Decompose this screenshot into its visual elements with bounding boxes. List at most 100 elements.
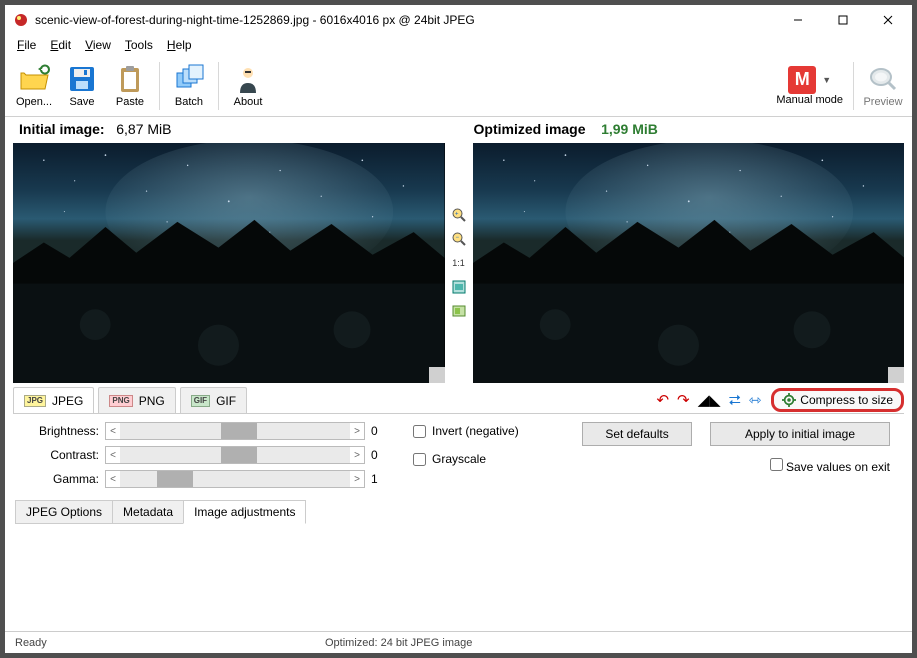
tab-gif-label: GIF xyxy=(216,394,236,408)
menu-file[interactable]: File xyxy=(11,38,42,52)
about-label: About xyxy=(234,96,263,108)
initial-image-preview xyxy=(13,143,445,383)
gamma-slider[interactable]: < > xyxy=(105,470,365,488)
close-button[interactable] xyxy=(865,6,910,34)
resize-grip[interactable] xyxy=(888,367,904,383)
bottom-tabs: JPEG Options Metadata Image adjustments xyxy=(5,492,912,524)
tab-png-label: PNG xyxy=(139,394,165,408)
brightness-value: 0 xyxy=(371,424,385,438)
slider-left-arrow[interactable]: < xyxy=(106,426,120,437)
set-defaults-button[interactable]: Set defaults xyxy=(582,422,692,446)
preview-button[interactable]: Preview xyxy=(860,57,906,115)
mode-icon: M xyxy=(788,66,816,94)
menu-help[interactable]: Help xyxy=(161,38,198,52)
flip-horizontal-icon[interactable]: ◢◣ xyxy=(698,391,721,409)
status-ready: Ready xyxy=(15,637,325,649)
contrast-label: Contrast: xyxy=(27,448,99,462)
brightness-label: Brightness: xyxy=(27,424,99,438)
format-tab-row: JPG JPEG PNG PNG GIF GIF ↶ ↷ ◢◣ ⮂ ⇿ Comp… xyxy=(5,383,912,413)
toolbar-separator xyxy=(218,62,219,110)
jpeg-badge-icon: JPG xyxy=(24,395,46,407)
contrast-slider[interactable]: < > xyxy=(105,446,365,464)
optimized-image-label: Optimized image xyxy=(474,121,586,137)
invert-input[interactable] xyxy=(413,425,426,438)
app-icon xyxy=(13,12,29,28)
batch-label: Batch xyxy=(175,96,203,108)
fit-window-icon[interactable] xyxy=(451,279,467,295)
slider-left-arrow[interactable]: < xyxy=(106,450,120,461)
menu-edit[interactable]: Edit xyxy=(44,38,77,52)
tab-png[interactable]: PNG PNG xyxy=(98,387,175,413)
minimize-button[interactable] xyxy=(775,6,820,34)
resize-grip[interactable] xyxy=(429,367,445,383)
slider-right-arrow[interactable]: > xyxy=(350,474,364,485)
tab-image-adjustments[interactable]: Image adjustments xyxy=(183,500,306,524)
initial-pane[interactable] xyxy=(13,143,445,383)
redo-icon[interactable]: ↷ xyxy=(677,391,690,409)
preview-panes: + − 1:1 xyxy=(5,143,912,383)
tab-jpeg[interactable]: JPG JPEG xyxy=(13,387,94,413)
menu-tools[interactable]: Tools xyxy=(119,38,159,52)
paste-button[interactable]: Paste xyxy=(107,57,153,115)
batch-button[interactable]: Batch xyxy=(166,57,212,115)
app-window: scenic-view-of-forest-during-night-time-… xyxy=(0,0,917,658)
undo-icon[interactable]: ↶ xyxy=(656,391,669,409)
grayscale-checkbox[interactable]: Grayscale xyxy=(413,452,519,466)
action-icons: ↶ ↷ ◢◣ ⮂ ⇿ xyxy=(656,391,767,409)
invert-label: Invert (negative) xyxy=(432,424,519,438)
about-button[interactable]: About xyxy=(225,57,271,115)
grayscale-label: Grayscale xyxy=(432,452,486,466)
save-on-exit-input[interactable] xyxy=(770,458,783,471)
actual-size-icon[interactable] xyxy=(451,303,467,319)
save-on-exit-label: Save values on exit xyxy=(786,460,890,474)
batch-icon xyxy=(173,63,205,95)
dropdown-caret-icon: ▼ xyxy=(822,75,831,85)
apply-initial-button[interactable]: Apply to initial image xyxy=(710,422,890,446)
menubar: File Edit View Tools Help xyxy=(5,35,912,55)
optimized-pane[interactable] xyxy=(473,143,905,383)
compress-label: Compress to size xyxy=(800,393,893,407)
magnifier-icon xyxy=(867,63,899,95)
open-label: Open... xyxy=(16,96,52,108)
compress-to-size-button[interactable]: Compress to size xyxy=(771,388,904,412)
open-button[interactable]: Open... xyxy=(11,57,57,115)
gamma-value: 1 xyxy=(371,472,385,486)
tab-gif[interactable]: GIF GIF xyxy=(180,387,247,413)
tab-metadata[interactable]: Metadata xyxy=(112,500,184,524)
initial-image-size: 6,87 MiB xyxy=(116,121,171,137)
mode-label: Manual mode xyxy=(776,94,843,106)
toolbar: Open... Save Paste Batch About M ▼ Manua… xyxy=(5,55,912,117)
resize-icon[interactable]: ⇿ xyxy=(749,391,762,409)
zoom-out-icon[interactable]: − xyxy=(451,231,467,247)
grayscale-input[interactable] xyxy=(413,453,426,466)
flip-vertical-icon[interactable]: ⮂ xyxy=(729,392,741,409)
tab-jpeg-options[interactable]: JPEG Options xyxy=(15,500,113,524)
slider-right-arrow[interactable]: > xyxy=(350,450,364,461)
gif-badge-icon: GIF xyxy=(191,395,210,407)
save-label: Save xyxy=(69,96,94,108)
adjust-panel: Brightness: < > 0 Contrast: < > 0 Gamma: xyxy=(13,413,904,492)
save-button[interactable]: Save xyxy=(59,57,105,115)
maximize-button[interactable] xyxy=(820,6,865,34)
gear-icon xyxy=(782,393,796,407)
zoom-ratio-label[interactable]: 1:1 xyxy=(451,255,467,271)
svg-text:+: + xyxy=(455,212,459,218)
brightness-slider[interactable]: < > xyxy=(105,422,365,440)
window-controls xyxy=(775,6,910,34)
paste-label: Paste xyxy=(116,96,144,108)
save-on-exit-checkbox[interactable]: Save values on exit xyxy=(770,460,890,474)
optimized-image-size: 1,99 MiB xyxy=(601,121,658,137)
toolbar-separator xyxy=(853,62,854,110)
slider-left-arrow[interactable]: < xyxy=(106,474,120,485)
svg-text:−: − xyxy=(455,235,459,241)
person-icon xyxy=(232,63,264,95)
zoom-in-icon[interactable]: + xyxy=(451,207,467,223)
menu-view[interactable]: View xyxy=(79,38,117,52)
slider-right-arrow[interactable]: > xyxy=(350,426,364,437)
mode-button[interactable]: M ▼ Manual mode xyxy=(772,57,847,115)
gamma-label: Gamma: xyxy=(27,472,99,486)
floppy-icon xyxy=(66,63,98,95)
toolbar-separator xyxy=(159,62,160,110)
window-title: scenic-view-of-forest-during-night-time-… xyxy=(35,13,775,27)
invert-checkbox[interactable]: Invert (negative) xyxy=(413,424,519,438)
